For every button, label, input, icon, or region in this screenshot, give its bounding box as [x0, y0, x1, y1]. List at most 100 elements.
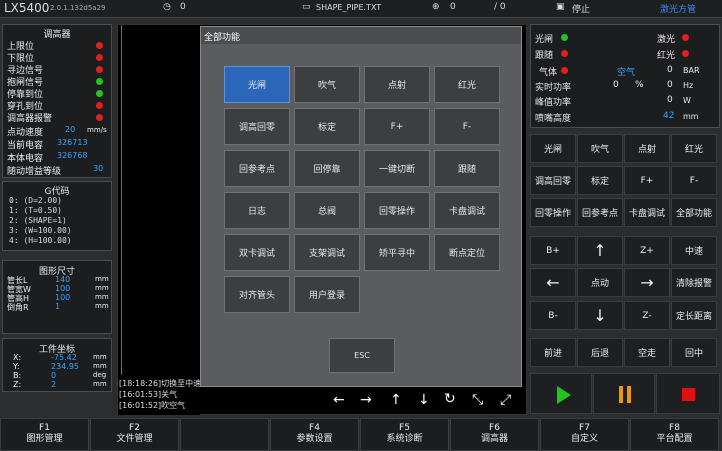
dialog-function-button[interactable]: 回参考点 [224, 150, 290, 187]
function-key-code: F6 [489, 423, 500, 433]
zoom-in-icon[interactable]: ⤡ [472, 392, 483, 408]
dialog-function-button[interactable]: F+ [364, 108, 430, 145]
z-minus-button[interactable]: Z- [624, 301, 670, 330]
limit-indicator [96, 114, 103, 121]
function-key[interactable]: F7 自定义 [540, 418, 629, 451]
function-key-code: F2 [129, 423, 140, 433]
backward-button[interactable]: 后退 [577, 338, 623, 367]
function-button[interactable]: 光闸 [530, 134, 576, 163]
function-button[interactable]: F+ [624, 166, 670, 195]
clear-alarm-button[interactable]: 清除报警 [671, 268, 717, 297]
dialog-function-button[interactable]: 双卡调试 [224, 234, 290, 271]
dialog-function-button[interactable]: 支架调试 [294, 234, 360, 271]
param-value: 20 [65, 125, 76, 134]
dialog-function-button[interactable]: 跟随 [434, 150, 500, 187]
dialog-function-button[interactable]: 断点定位 [434, 234, 500, 271]
red-light-label: 红光 [657, 51, 676, 61]
folder-icon: ▭ [302, 2, 311, 12]
idle-move-button[interactable]: 空走 [624, 338, 670, 367]
dialog-function-button[interactable]: 调高回零 [224, 108, 290, 145]
dialog-function-button[interactable]: 日志 [224, 192, 290, 229]
log-line: [18:18:26]切换至中速 [119, 379, 200, 388]
param-value: 326768 [57, 151, 88, 160]
jog-up-button[interactable]: ↑ [577, 236, 623, 265]
jog-mode-button[interactable]: 点动 [577, 268, 623, 297]
forward-button[interactable]: 前进 [530, 338, 576, 367]
function-button[interactable]: 点射 [624, 134, 670, 163]
coord-label: Y: [13, 362, 20, 371]
pan-up-icon[interactable]: ↑ [390, 392, 402, 408]
function-key[interactable] [180, 418, 269, 451]
follow-label: 跟随 [535, 51, 554, 61]
function-button[interactable]: 回参考点 [577, 198, 623, 227]
coord-unit: mm [93, 380, 107, 388]
panel-title: 调高器 [43, 30, 71, 40]
dialog-function-button[interactable]: 对齐管头 [224, 276, 290, 313]
function-button[interactable]: 吹气 [577, 134, 623, 163]
pause-icon [619, 386, 631, 403]
function-button[interactable]: F- [671, 166, 717, 195]
coord-unit: mm [93, 353, 107, 361]
function-key[interactable]: F6 调高器 [450, 418, 539, 451]
dialog-function-button[interactable]: 用户登录 [294, 276, 360, 313]
function-button[interactable]: 红光 [671, 134, 717, 163]
dialog-function-button[interactable]: 一键切断 [364, 150, 430, 187]
dialog-function-button[interactable]: 回零操作 [364, 192, 430, 229]
coord-label: B: [13, 371, 22, 380]
power-hz: 0 [667, 80, 673, 90]
timer-icon: ◷ [163, 2, 171, 12]
dialog-function-button[interactable]: F- [434, 108, 500, 145]
jog-left-button[interactable]: ← [530, 268, 576, 297]
dialog-function-button[interactable]: 卡盘调试 [434, 192, 500, 229]
function-button[interactable]: 卡盘调试 [624, 198, 670, 227]
function-button[interactable]: 标定 [577, 166, 623, 195]
jog-right-button[interactable]: → [624, 268, 670, 297]
dialog-function-button[interactable]: 吹气 [294, 66, 360, 103]
dialog-function-button[interactable]: 标定 [294, 108, 360, 145]
dialog-function-button[interactable]: 红光 [434, 66, 500, 103]
b-plus-button[interactable]: B+ [530, 236, 576, 265]
dialog-function-button[interactable]: 矫平寻中 [364, 234, 430, 271]
dialog-function-button[interactable]: 回停靠 [294, 150, 360, 187]
pan-down-icon[interactable]: ↓ [418, 392, 430, 408]
dialog-function-button[interactable]: 点射 [364, 66, 430, 103]
shutter-label: 光闸 [535, 35, 554, 45]
dialog-function-button[interactable]: 总阀 [294, 192, 360, 229]
pan-right-icon[interactable]: → [360, 392, 372, 408]
jog-down-button[interactable]: ↓ [577, 301, 623, 330]
stop-button[interactable] [656, 373, 720, 414]
shape-unit: mm [95, 284, 109, 292]
b-minus-button[interactable]: B- [530, 301, 576, 330]
coord-value: 234.95 [51, 362, 79, 371]
pan-left-icon[interactable]: ← [333, 392, 345, 408]
function-key[interactable]: F4 参数设置 [270, 418, 359, 451]
refresh-icon[interactable]: ↻ [444, 391, 456, 407]
function-button[interactable]: 回零操作 [530, 198, 576, 227]
function-key[interactable]: F5 系统诊断 [360, 418, 449, 451]
gas-type: 空气 [617, 68, 636, 78]
shape-label: 倒角R [7, 303, 29, 312]
file-name: SHAPE_PIPE.TXT [316, 3, 382, 12]
shape-unit: mm [95, 293, 109, 301]
start-button[interactable] [530, 373, 592, 414]
zoom-out-icon[interactable]: ⤢ [500, 392, 511, 408]
fixed-length-button[interactable]: 定长距离 [671, 301, 717, 330]
z-plus-button[interactable]: Z+ [624, 236, 670, 265]
esc-button[interactable]: ESC [329, 338, 395, 373]
nozzle-unit: mm [683, 112, 699, 121]
dialog-title: 全部功能 [201, 27, 521, 44]
return-mid-button[interactable]: 回中 [671, 338, 717, 367]
function-key-label: 图形管理 [26, 434, 63, 444]
function-key[interactable]: F1 图形管理 [0, 418, 89, 451]
function-key[interactable]: F2 文件管理 [90, 418, 179, 451]
function-key[interactable]: F8 平台配置 [630, 418, 719, 451]
laser-status-panel: 光闸 激光 跟随 红光 气体 空气 0 BAR 实时功率 0 % 0 Hz 峰值… [530, 24, 720, 128]
dialog-function-button[interactable]: 光闸 [224, 66, 290, 103]
red-light-indicator [682, 50, 689, 57]
pause-button[interactable] [593, 373, 655, 414]
mid-speed-button[interactable]: 中速 [671, 236, 717, 265]
gas-unit: BAR [683, 66, 700, 75]
function-button[interactable]: 调高回零 [530, 166, 576, 195]
target-icon: ⊕ [432, 2, 440, 12]
function-button[interactable]: 全部功能 [671, 198, 717, 227]
